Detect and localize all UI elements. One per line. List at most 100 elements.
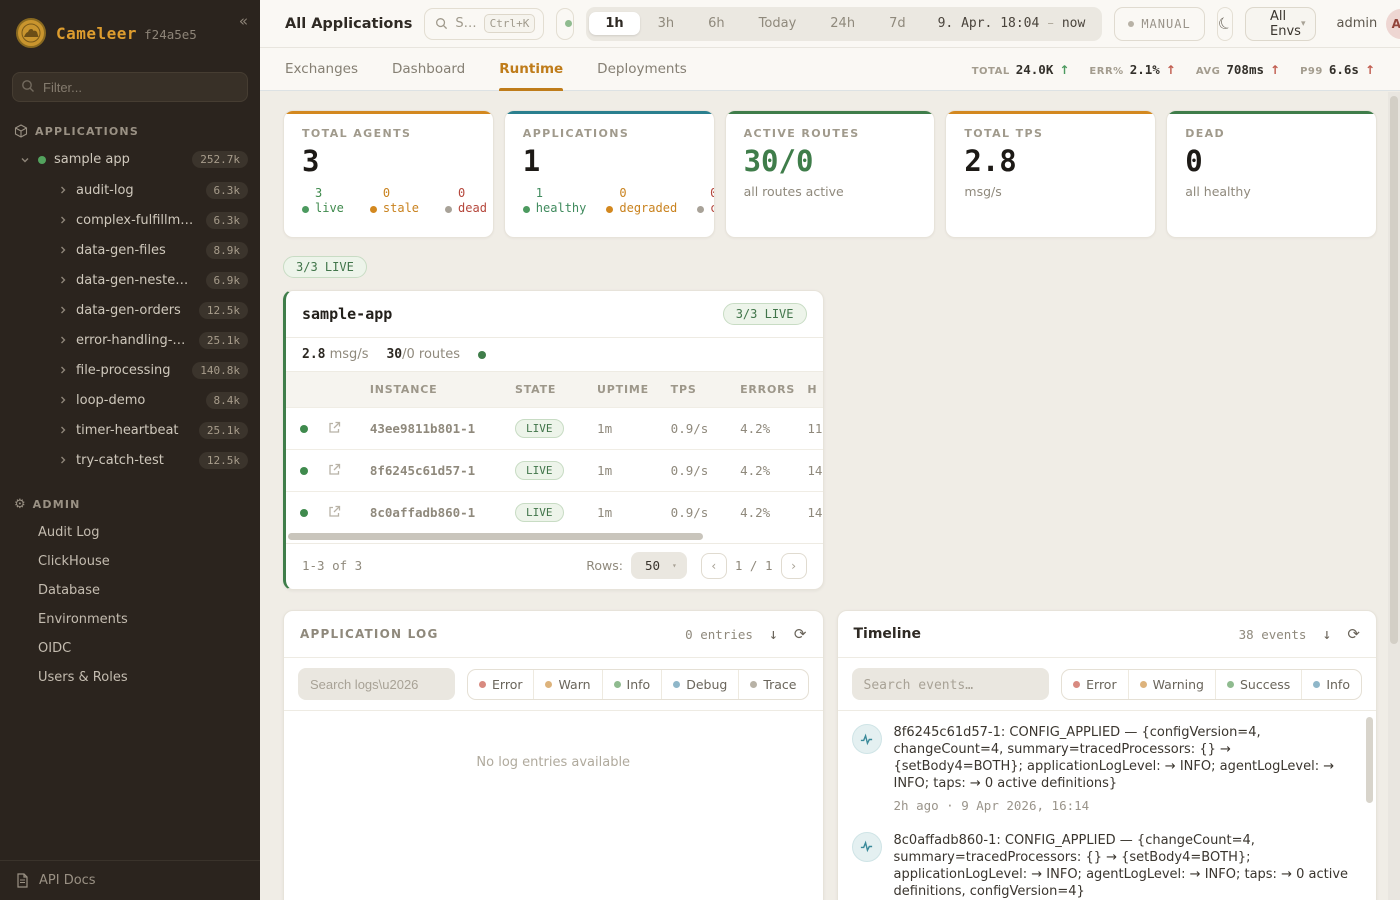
trace-dot-icon (750, 681, 757, 688)
chip-debug[interactable]: Debug (661, 670, 738, 699)
search-placeholder-text: S… (455, 16, 476, 31)
event-timestamp: 2h ago · 9 Apr 2026, 16:14 (894, 798, 1359, 813)
sidebar-item-clickhouse[interactable]: ClickHouse (0, 547, 260, 576)
chevron-right-icon[interactable] (58, 185, 68, 195)
green-dot-icon (302, 206, 309, 213)
rows-per-page-select[interactable]: 50 ▾ (631, 552, 687, 579)
sidebar-collapse-icon[interactable]: « (239, 12, 248, 30)
card-active-routes: ACTIVE ROUTES 30/0 all routes active (725, 110, 936, 238)
chip-error[interactable]: Error (468, 670, 533, 699)
chip-trace[interactable]: Trace (738, 670, 807, 699)
refresh-icon[interactable]: ⟳ (1347, 625, 1360, 643)
prev-page-button[interactable]: ‹ (701, 553, 727, 579)
manual-refresh-button[interactable]: MANUAL (1114, 7, 1204, 41)
sidebar-route-data-gen-nested[interactable]: data-gen-neste… 6.9k (0, 265, 260, 295)
sidebar-route-timer-heartbeat[interactable]: timer-heartbeat 25.1k (0, 415, 260, 445)
date-range-display[interactable]: 9. Apr. 18:04 – now (924, 16, 1100, 31)
card-subtitle: all routes active (744, 184, 917, 199)
tab-runtime[interactable]: Runtime (499, 49, 563, 90)
route-label: complex-fulfillm… (76, 213, 198, 228)
external-link-icon[interactable] (328, 463, 341, 476)
sidebar-item-oidc[interactable]: OIDC (0, 634, 260, 663)
sidebar-item-audit-log[interactable]: Audit Log (0, 518, 260, 547)
page-scrollbar-thumb[interactable] (1390, 96, 1398, 644)
range-1h-button[interactable]: 1h (589, 12, 639, 35)
timeline-filters: Error Warning Success Info (838, 658, 1377, 711)
sidebar-item-sample-app[interactable]: sample app 252.7k (0, 144, 260, 175)
metric-value: 708ms (1226, 62, 1264, 77)
timeline-event[interactable]: 8c0affadb860-1: CONFIG_APPLIED — {change… (838, 819, 1377, 900)
chevron-right-icon[interactable] (58, 215, 68, 225)
avatar[interactable]: AD (1386, 9, 1400, 39)
timeline-level-chips: Error Warning Success Info (1061, 669, 1362, 700)
global-search[interactable]: S… Ctrl+K (424, 8, 544, 40)
table-row[interactable]: 8c0affadb860-1 LIVE 1m 0.9/s 4.2% 14 (286, 492, 823, 534)
table-row[interactable]: 8f6245c61d57-1 LIVE 1m 0.9/s 4.2% 14 (286, 450, 823, 492)
timeline-scrollbar-thumb[interactable] (1366, 717, 1373, 803)
tab-dashboard[interactable]: Dashboard (392, 49, 465, 90)
download-icon[interactable]: ↓ (769, 625, 778, 643)
app-card-title[interactable]: sample-app (302, 305, 392, 323)
chip-warning[interactable]: Warning (1128, 670, 1215, 699)
download-icon[interactable]: ↓ (1322, 625, 1331, 643)
timeline-search-input[interactable] (852, 668, 1050, 700)
route-count-badge: 25.1k (199, 422, 248, 439)
range-7d-button[interactable]: 7d (873, 12, 922, 35)
range-6h-button[interactable]: 6h (692, 12, 741, 35)
sidebar-route-file-processing[interactable]: file-processing 140.8k (0, 355, 260, 385)
api-docs-link[interactable]: API Docs (0, 860, 260, 900)
sidebar-route-try-catch-test[interactable]: try-catch-test 12.5k (0, 445, 260, 475)
live-badge[interactable]: 3/3 LIVE (283, 256, 367, 278)
range-24h-button[interactable]: 24h (814, 12, 871, 35)
timeline-event[interactable]: 8f6245c61d57-1: CONFIG_APPLIED — {config… (838, 711, 1377, 819)
range-3h-button[interactable]: 3h (642, 12, 691, 35)
tab-exchanges[interactable]: Exchanges (285, 49, 358, 90)
chip-info[interactable]: Info (602, 670, 662, 699)
chevron-right-icon[interactable] (58, 365, 68, 375)
chevron-right-icon[interactable] (58, 425, 68, 435)
chevron-right-icon[interactable] (58, 395, 68, 405)
metric-total: TOTAL 24.0K ↑ (972, 62, 1070, 77)
chevron-right-icon[interactable] (58, 245, 68, 255)
chip-info[interactable]: Info (1301, 670, 1361, 699)
chip-success[interactable]: Success (1215, 670, 1301, 699)
timeline-events[interactable]: 8f6245c61d57-1: CONFIG_APPLIED — {config… (838, 711, 1377, 900)
horizontal-scrollbar[interactable] (286, 533, 823, 543)
sidebar-route-data-gen-orders[interactable]: data-gen-orders 12.5k (0, 295, 260, 325)
sidebar-route-error-handling[interactable]: error-handling-… 25.1k (0, 325, 260, 355)
theme-toggle-button[interactable]: ☾ (1217, 7, 1233, 41)
sidebar-route-data-gen-files[interactable]: data-gen-files 8.9k (0, 235, 260, 265)
app-instance-card: sample-app 3/3 LIVE 2.8 msg/s 30/0 route… (283, 290, 824, 590)
connection-status-pill[interactable]: O (556, 8, 574, 40)
log-entry-count: 0 entries (685, 627, 753, 642)
chevron-right-icon[interactable] (58, 335, 68, 345)
sidebar-item-environments[interactable]: Environments (0, 605, 260, 634)
chevron-right-icon[interactable] (58, 275, 68, 285)
env-select[interactable]: All Envs ▾ (1245, 7, 1316, 41)
tab-deployments[interactable]: Deployments (597, 49, 687, 90)
route-label: loop-demo (76, 393, 198, 408)
sidebar-item-users-roles[interactable]: Users & Roles (0, 663, 260, 692)
sidebar-route-audit-log[interactable]: audit-log 6.3k (0, 175, 260, 205)
sidebar-header: Cameleer f24a5e5 « (0, 0, 260, 62)
sidebar-item-database[interactable]: Database (0, 576, 260, 605)
log-search-input[interactable] (298, 668, 455, 700)
chevron-right-icon[interactable] (58, 455, 68, 465)
sidebar-filter-input[interactable] (12, 72, 248, 102)
range-today-button[interactable]: Today (743, 12, 813, 35)
next-page-button[interactable]: › (781, 553, 807, 579)
card-label: ACTIVE ROUTES (744, 127, 917, 140)
substat-label: dead (458, 201, 487, 217)
table-row[interactable]: 43ee9811b801-1 LIVE 1m 0.9/s 4.2% 11 (286, 408, 823, 450)
sidebar-route-complex-fulfillment[interactable]: complex-fulfillm… 6.3k (0, 205, 260, 235)
refresh-icon[interactable]: ⟳ (794, 625, 807, 643)
chevron-down-icon[interactable] (20, 155, 30, 165)
chip-warn[interactable]: Warn (533, 670, 601, 699)
external-link-icon[interactable] (328, 421, 341, 434)
page-scrollbar[interactable] (1388, 92, 1400, 900)
external-link-icon[interactable] (328, 505, 341, 518)
sidebar-route-loop-demo[interactable]: loop-demo 8.4k (0, 385, 260, 415)
chip-error[interactable]: Error (1062, 670, 1127, 699)
scrollbar-thumb[interactable] (288, 533, 703, 540)
chevron-right-icon[interactable] (58, 305, 68, 315)
